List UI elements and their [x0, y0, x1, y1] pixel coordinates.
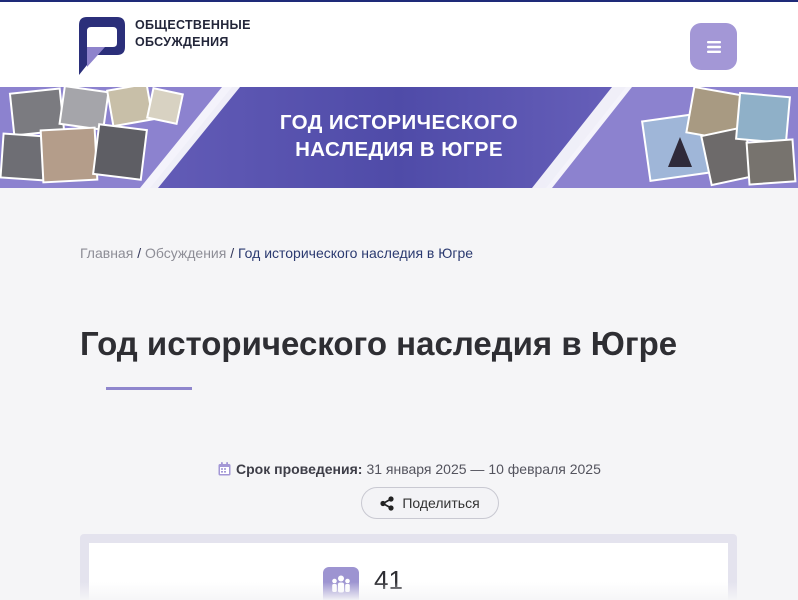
logo-text[interactable]: ОБЩЕСТВЕННЫЕ ОБСУЖДЕНИЯ [135, 17, 251, 51]
breadcrumb-separator: / [137, 245, 142, 261]
logo-text-line2: ОБСУЖДЕНИЯ [135, 35, 229, 49]
title-underline-decoration [106, 386, 192, 390]
menu-button[interactable] [690, 23, 737, 70]
breadcrumb-separator: / [230, 245, 235, 261]
banner-title: ГОД ИСТОРИЧЕСКОГО НАСЛЕДИЯ В ЮГРЕ [0, 109, 798, 163]
breadcrumb: Главная / Обсуждения / Год исторического… [80, 245, 473, 261]
page-title: Год исторического наследия в Югре [80, 323, 680, 407]
site-header: ОБЩЕСТВЕННЫЕ ОБСУЖДЕНИЯ [0, 0, 798, 87]
calendar-icon [218, 462, 231, 476]
hero-banner: ГОД ИСТОРИЧЕСКОГО НАСЛЕДИЯ В ЮГРЕ [0, 87, 798, 188]
share-button[interactable]: Поделиться [361, 487, 499, 519]
page-title-text: Год исторического наследия в Югре [80, 325, 678, 362]
share-icon [380, 495, 394, 511]
banner-title-line2: НАСЛЕДИЯ В ЮГРЕ [295, 138, 503, 161]
period-dates: 31 января 2025 — 10 февраля 2025 [366, 461, 601, 477]
share-button-label: Поделиться [402, 495, 480, 511]
period-label: Срок проведения: [236, 461, 363, 477]
logo-icon[interactable] [79, 17, 125, 75]
breadcrumb-discussions-link[interactable]: Обсуждения [145, 245, 226, 261]
breadcrumb-home-link[interactable]: Главная [80, 245, 133, 261]
hamburger-icon [706, 40, 721, 53]
logo-text-line1: ОБЩЕСТВЕННЫЕ [135, 18, 251, 32]
bottom-fade [0, 582, 798, 600]
banner-title-line1: ГОД ИСТОРИЧЕСКОГО [279, 111, 519, 134]
discussion-period: Срок проведения: 31 января 2025 — 10 фев… [218, 461, 601, 477]
breadcrumb-current: Год исторического наследия в Югре [238, 245, 474, 261]
